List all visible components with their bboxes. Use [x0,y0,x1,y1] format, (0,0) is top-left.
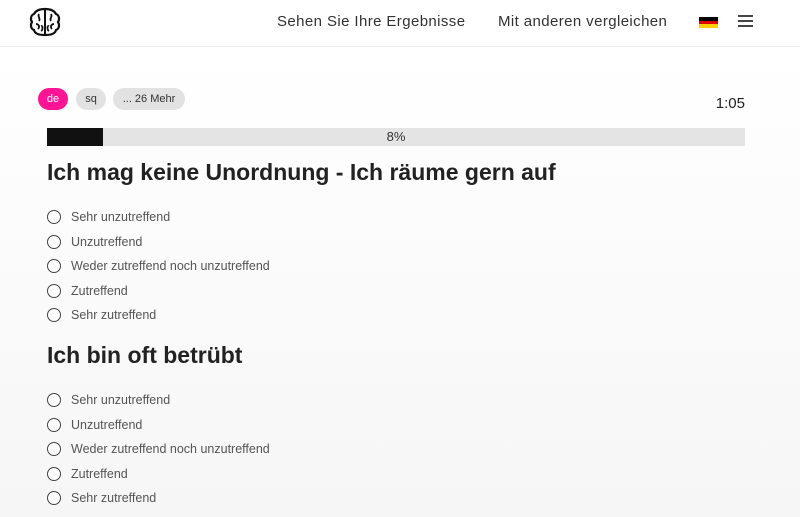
progress-label: 8% [386,129,406,144]
option-label: Sehr unzutreffend [71,393,171,408]
option-very-inaccurate[interactable]: Sehr unzutreffend [47,388,270,413]
brain-logo-icon[interactable] [28,5,62,39]
option-accurate[interactable]: Zutreffend [47,279,270,304]
option-inaccurate[interactable]: Unzutreffend [47,230,270,255]
radio-button[interactable] [47,234,61,249]
language-more-button[interactable]: ... 26 Mehr [113,88,185,110]
option-label: Zutreffend [71,283,128,298]
language-chip-sq[interactable]: sq [76,88,106,110]
language-chip-de[interactable]: de [38,88,68,110]
radio-button[interactable] [47,283,61,298]
option-label: Unzutreffend [71,234,143,249]
test-content: de sq ... 26 Mehr 1:05 8% Ich mag keine … [0,47,800,517]
question-title: Ich bin oft betrübt [47,342,243,368]
option-accurate[interactable]: Zutreffend [47,462,270,487]
nav-see-results[interactable]: Sehen Sie Ihre Ergebnisse [277,13,465,30]
german-flag-icon[interactable] [699,17,718,29]
timer: 1:05 [715,95,745,112]
radio-button[interactable] [47,442,61,457]
option-very-accurate[interactable]: Sehr zutreffend [47,303,270,328]
radio-button[interactable] [47,393,61,408]
radio-button[interactable] [47,466,61,481]
option-label: Sehr unzutreffend [71,210,171,225]
option-neutral[interactable]: Weder zutreffend noch unzutreffend [47,254,270,279]
option-neutral[interactable]: Weder zutreffend noch unzutreffend [47,437,270,462]
radio-button[interactable] [47,259,61,274]
option-label: Sehr zutreffend [71,308,157,323]
option-label: Weder zutreffend noch unzutreffend [71,259,270,274]
progress-bar: 8% [47,128,745,146]
answer-options: Sehr unzutreffend Unzutreffend Weder zut… [47,388,270,511]
hamburger-menu-icon[interactable] [738,15,753,28]
option-label: Weder zutreffend noch unzutreffend [71,442,270,457]
option-label: Sehr zutreffend [71,491,157,506]
option-inaccurate[interactable]: Unzutreffend [47,413,270,438]
question-title: Ich mag keine Unordnung - Ich räume gern… [47,159,556,185]
top-header: Sehen Sie Ihre Ergebnisse Mit anderen ve… [0,0,800,47]
radio-button[interactable] [47,210,61,225]
option-label: Unzutreffend [71,417,143,432]
answer-options: Sehr unzutreffend Unzutreffend Weder zut… [47,205,270,328]
radio-button[interactable] [47,417,61,432]
radio-button[interactable] [47,491,61,506]
option-very-inaccurate[interactable]: Sehr unzutreffend [47,205,270,230]
radio-button[interactable] [47,308,61,323]
option-very-accurate[interactable]: Sehr zutreffend [47,486,270,511]
option-label: Zutreffend [71,466,128,481]
nav-compare-others[interactable]: Mit anderen vergleichen [498,13,667,30]
